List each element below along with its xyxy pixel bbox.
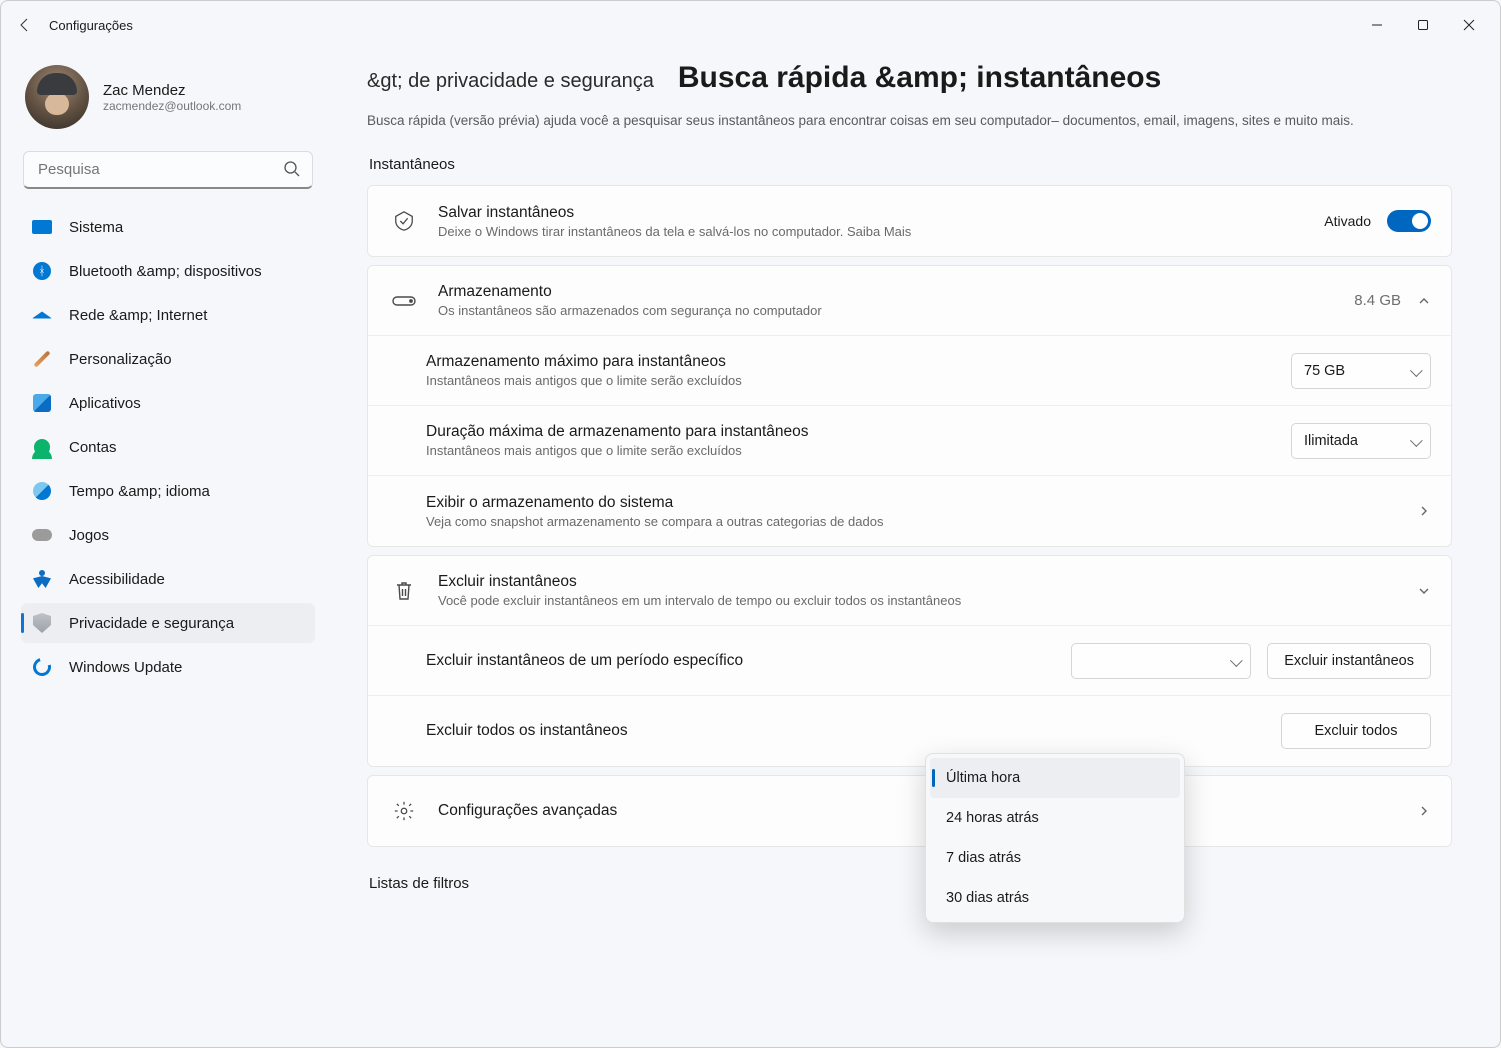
dropdown-option[interactable]: 7 dias atrás [930, 838, 1180, 878]
sidebar-label: Bluetooth &amp; dispositivos [69, 263, 262, 280]
dropdown-option[interactable]: 30 dias atrás [930, 878, 1180, 918]
bluetooth-icon: ᚼ [33, 262, 51, 280]
delete-range-dropdown[interactable]: Última hora24 horas atrás7 dias atrás30 … [925, 753, 1185, 923]
max-storage-select[interactable]: 75 GB [1291, 353, 1431, 389]
card-view-system-storage[interactable]: Exibir o armazenamento do sistema Veja c… [368, 476, 1451, 546]
card-delete-all: Excluir todos os instantâneos Excluir to… [368, 696, 1451, 766]
card-title: Excluir instantâneos de um período espec… [426, 652, 1051, 670]
storage-value: 8.4 GB [1354, 292, 1401, 309]
sidebar-item-system[interactable]: Sistema [21, 207, 315, 247]
card-desc: Instantâneos mais antigos que o limite s… [426, 373, 1271, 388]
card-title: Armazenamento [438, 283, 1334, 301]
card-title: Exibir o armazenamento do sistema [426, 494, 1397, 512]
section-snapshots-label: Instantâneos [369, 156, 1452, 173]
shield-icon [33, 613, 51, 633]
minimize-button[interactable] [1354, 9, 1400, 41]
sidebar-item-update[interactable]: Windows Update [21, 647, 315, 687]
search-icon [283, 160, 301, 178]
window-title: Configurações [49, 18, 133, 33]
card-desc: Veja como snapshot armazenamento se comp… [426, 514, 1397, 529]
person-icon [34, 439, 50, 455]
delete-all-button[interactable]: Excluir todos [1281, 713, 1431, 749]
delete-range-select[interactable] [1071, 643, 1251, 679]
save-snapshots-toggle[interactable] [1387, 210, 1431, 232]
profile-name: Zac Mendez [103, 82, 241, 99]
card-title: Configurações avançadas [438, 802, 1397, 820]
avatar [25, 65, 89, 129]
clock-globe-icon [33, 482, 51, 500]
sidebar-item-time[interactable]: Tempo &amp; idioma [21, 471, 315, 511]
card-title: Duração máxima de armazenamento para ins… [426, 423, 1271, 441]
sidebar-label: Contas [69, 439, 117, 456]
card-title: Armazenamento máximo para instantâneos [426, 353, 1271, 371]
card-title: Salvar instantâneos [438, 204, 1304, 222]
button-label: Excluir todos [1314, 723, 1397, 739]
delete-range-button[interactable]: Excluir instantâneos [1267, 643, 1431, 679]
card-advanced-settings[interactable]: Configurações avançadas [368, 776, 1451, 846]
apps-icon [33, 394, 51, 412]
select-value: 75 GB [1304, 363, 1345, 379]
max-duration-select[interactable]: Ilimitada [1291, 423, 1431, 459]
card-storage[interactable]: Armazenamento Os instantâneos são armaze… [368, 266, 1451, 336]
chevron-right-icon [1417, 504, 1431, 518]
sidebar-label: Privacidade e segurança [69, 615, 234, 632]
sidebar-label: Tempo &amp; idioma [69, 483, 210, 500]
card-delete-snapshots[interactable]: Excluir instantâneos Você pode excluir i… [368, 556, 1451, 626]
sidebar-label: Personalização [69, 351, 172, 368]
gear-icon [390, 800, 418, 822]
brush-icon [34, 351, 51, 368]
trash-icon [390, 580, 418, 602]
profile-email: zacmendez@outlook.com [103, 99, 241, 113]
chevron-down-icon [1417, 584, 1431, 598]
sidebar-item-games[interactable]: Jogos [21, 515, 315, 555]
button-label: Excluir instantâneos [1284, 653, 1414, 669]
storage-icon [390, 294, 418, 308]
system-icon [32, 220, 52, 234]
maximize-button[interactable] [1400, 9, 1446, 41]
sidebar-label: Sistema [69, 219, 123, 236]
sidebar-item-apps[interactable]: Aplicativos [21, 383, 315, 423]
page-title: Busca rápida &amp; instantâneos [678, 61, 1161, 95]
sidebar-item-privacy[interactable]: Privacidade e segurança [21, 603, 315, 643]
close-button[interactable] [1446, 9, 1492, 41]
sidebar-item-network[interactable]: Rede &amp; Internet [21, 295, 315, 335]
wifi-icon [32, 312, 52, 319]
gamepad-icon [32, 529, 52, 541]
breadcrumb[interactable]: &gt; de privacidade e segurança [367, 70, 654, 93]
back-button[interactable] [9, 9, 41, 41]
accessibility-icon [33, 570, 51, 588]
card-title: Excluir instantâneos [438, 573, 1397, 591]
card-title: Excluir todos os instantâneos [426, 722, 1261, 740]
profile-block[interactable]: Zac Mendez zacmendez@outlook.com [17, 57, 319, 137]
sidebar-item-bluetooth[interactable]: ᚼ Bluetooth &amp; dispositivos [21, 251, 315, 291]
sidebar-label: Rede &amp; Internet [69, 307, 207, 324]
dropdown-option[interactable]: 24 horas atrás [930, 798, 1180, 838]
sidebar-item-accounts[interactable]: Contas [21, 427, 315, 467]
sidebar-item-personalization[interactable]: Personalização [21, 339, 315, 379]
card-desc: Instantâneos mais antigos que o limite s… [426, 443, 1271, 458]
card-desc: Deixe o Windows tirar instantâneos da te… [438, 224, 1304, 239]
section-filters-label: Listas de filtros [369, 875, 1452, 892]
sidebar-item-accessibility[interactable]: Acessibilidade [21, 559, 315, 599]
card-delete-range: Excluir instantâneos de um período espec… [368, 626, 1451, 696]
card-max-storage: Armazenamento máximo para instantâneos I… [368, 336, 1451, 406]
recall-icon [390, 210, 418, 232]
page-subtitle: Busca rápida (versão prévia) ajuda você … [367, 113, 1452, 128]
card-max-duration: Duração máxima de armazenamento para ins… [368, 406, 1451, 476]
chevron-right-icon [1417, 804, 1431, 818]
update-icon [30, 655, 55, 680]
card-desc: Você pode excluir instantâneos em um int… [438, 593, 1397, 608]
card-desc: Os instantâneos são armazenados com segu… [438, 303, 1334, 318]
sidebar-label: Aplicativos [69, 395, 141, 412]
card-save-snapshots: Salvar instantâneos Deixe o Windows tira… [368, 186, 1451, 256]
dropdown-option[interactable]: Última hora [930, 758, 1180, 798]
search-input[interactable] [23, 151, 313, 189]
sidebar-label: Windows Update [69, 659, 182, 676]
toggle-label: Ativado [1324, 213, 1371, 229]
chevron-up-icon [1417, 294, 1431, 308]
select-value: Ilimitada [1304, 433, 1358, 449]
sidebar-label: Jogos [69, 527, 109, 544]
sidebar-label: Acessibilidade [69, 571, 165, 588]
